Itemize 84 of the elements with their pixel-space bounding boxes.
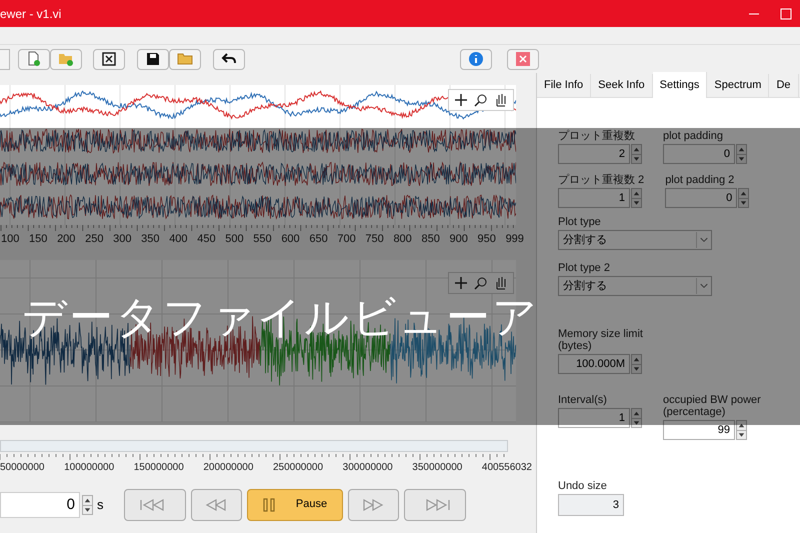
seek-tick-label: 250000000	[273, 460, 324, 474]
field-label: occupied BW power (percentage)	[663, 394, 762, 418]
axis-label: 650	[309, 232, 328, 247]
unit-label: s	[97, 496, 104, 514]
dropdown[interactable]: 分割する	[558, 276, 712, 296]
spinner-arrows[interactable]	[736, 420, 747, 440]
close-button[interactable]	[507, 48, 539, 70]
dropdown[interactable]: 分割する	[558, 230, 712, 250]
axis-label: 100	[1, 232, 20, 247]
window-title: ewer - v1.vi	[0, 6, 62, 22]
transport-button[interactable]	[190, 488, 242, 520]
info-button[interactable]	[460, 48, 492, 70]
field-label: Interval(s)	[558, 394, 608, 406]
seek-tick-label: 150000000	[134, 460, 184, 474]
field-label: プロット重複数 2	[558, 174, 644, 186]
number-field[interactable]: 0	[663, 144, 735, 164]
spinner-arrows[interactable]	[82, 494, 93, 514]
transport-button[interactable]: Pause	[246, 488, 342, 520]
number-field[interactable]: 1	[558, 408, 630, 428]
axis-label: 350	[141, 232, 160, 247]
axis-label: 150	[29, 232, 48, 247]
number-field[interactable]: 2	[558, 144, 630, 164]
seek-tick-label: 400556032	[482, 460, 532, 474]
crosshair-icon	[453, 92, 469, 108]
axis-label: 200	[57, 232, 76, 247]
seek-tick-label: 200000000	[203, 460, 254, 474]
time-field[interactable]: 0	[0, 492, 80, 518]
close-box-icon	[101, 51, 117, 67]
new-folder-button[interactable]	[50, 48, 82, 70]
save-button[interactable]	[137, 48, 169, 70]
tab[interactable]: Settings	[652, 72, 708, 98]
axis-label: 800	[393, 232, 412, 247]
field-label: Plot type 2	[558, 262, 611, 274]
close-file-button[interactable]	[93, 48, 125, 70]
axis-label: 400	[169, 232, 188, 247]
spinner-arrows[interactable]	[631, 408, 642, 428]
axis-label: 700	[337, 232, 356, 247]
axis-label: 500	[225, 232, 244, 247]
number-field[interactable]: 99	[663, 420, 735, 440]
number-field[interactable]: 100.000M	[558, 354, 630, 374]
transport-button[interactable]	[404, 488, 466, 520]
field-label: Undo size	[558, 480, 608, 492]
axis-label: 999	[506, 232, 524, 247]
transport-button[interactable]	[348, 488, 398, 520]
number-field[interactable]: 1	[558, 188, 630, 208]
axis-label: 750	[365, 232, 384, 247]
axis-label: 950	[478, 232, 496, 247]
undo-button[interactable]	[213, 48, 245, 70]
axis-label: 250	[85, 232, 104, 247]
field-label: Plot type	[558, 216, 602, 228]
seek-tick-label: 100000000	[64, 460, 114, 474]
file-plus-icon	[26, 51, 42, 67]
pause-icon	[262, 498, 276, 512]
field-label: Memory size limit (bytes)	[558, 328, 644, 352]
axis-label: 550	[253, 232, 272, 247]
readonly-field: 3	[558, 494, 624, 516]
folder-icon	[177, 51, 193, 67]
seek-tick-label: 350000000	[412, 460, 462, 474]
folder-plus-icon	[58, 51, 74, 67]
crosshair-icon	[453, 274, 469, 290]
seek-track[interactable]	[0, 440, 508, 452]
axis-label: 600	[281, 232, 300, 247]
rewind-icon	[205, 498, 227, 512]
number-field[interactable]: 0	[665, 188, 738, 208]
field-label: plot padding	[663, 130, 724, 142]
axis-label: 300	[113, 232, 132, 247]
zoom-icon	[473, 274, 489, 290]
field-label: プロット重複数	[558, 130, 636, 142]
banner-title: データファイルビューア	[22, 296, 540, 340]
zoom-icon	[473, 92, 489, 108]
axis-label: 900	[450, 232, 468, 247]
chart-tools[interactable]	[448, 89, 514, 111]
maximize-icon[interactable]	[780, 8, 792, 20]
save-icon	[145, 51, 161, 67]
field-label: plot padding 2	[665, 174, 736, 186]
fast-forward-icon	[362, 498, 384, 512]
axis-label: 450	[197, 232, 216, 247]
axis-label: 850	[421, 232, 440, 247]
transport-button[interactable]	[124, 488, 186, 520]
info-icon	[468, 51, 484, 67]
seek-tick-label: 300000000	[342, 460, 393, 474]
seek-tick-label: 50000000	[0, 460, 44, 474]
new-file-button[interactable]	[18, 48, 50, 70]
close-icon	[515, 51, 531, 67]
